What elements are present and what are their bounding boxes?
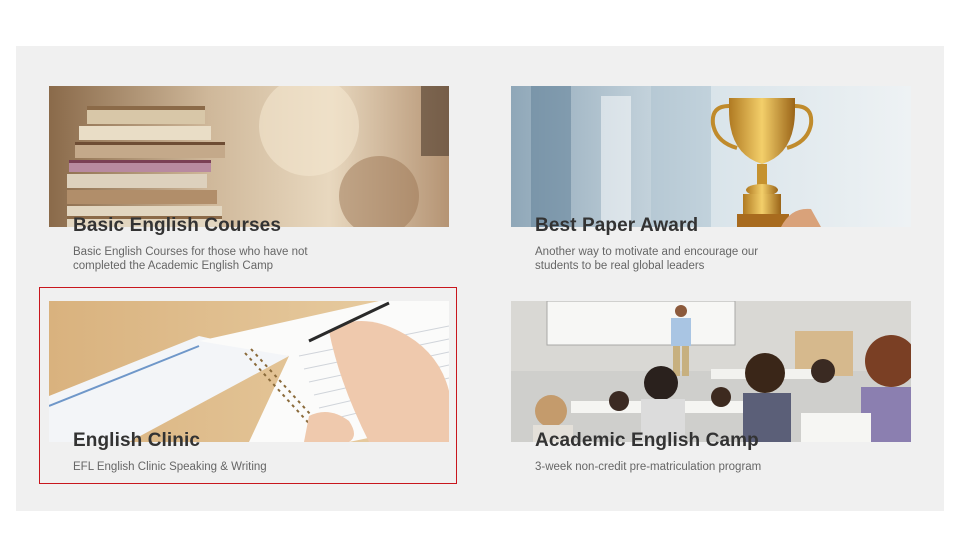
lecture-classroom-icon[interactable] [511, 301, 911, 442]
card-description: Another way to motivate and encourage ou… [535, 246, 759, 272]
books-stack-icon[interactable] [49, 86, 449, 227]
card-english-clinic[interactable]: English Clinic EFL English Clinic Speaki… [49, 301, 449, 481]
trophy-icon[interactable] [511, 86, 911, 227]
card-best-paper-award[interactable]: Best Paper Award Another way to motivate… [511, 86, 911, 272]
card-academic-english-camp[interactable]: Academic English Camp 3-week non-credit … [511, 301, 911, 481]
notebook-writing-icon[interactable] [49, 301, 449, 442]
card-description: Basic English Courses for those who have… [73, 246, 308, 272]
card-description: 3-week non-credit pre-matriculation prog… [535, 461, 762, 473]
card-basic-english-courses[interactable]: Basic English Courses Basic English Cour… [49, 86, 449, 272]
card-title: English Clinic [73, 430, 201, 451]
card-title: Academic English Camp [535, 430, 759, 451]
card-title: Basic English Courses [73, 215, 282, 236]
card-title: Best Paper Award [535, 215, 699, 236]
card-description: EFL English Clinic Speaking & Writing [73, 461, 267, 473]
